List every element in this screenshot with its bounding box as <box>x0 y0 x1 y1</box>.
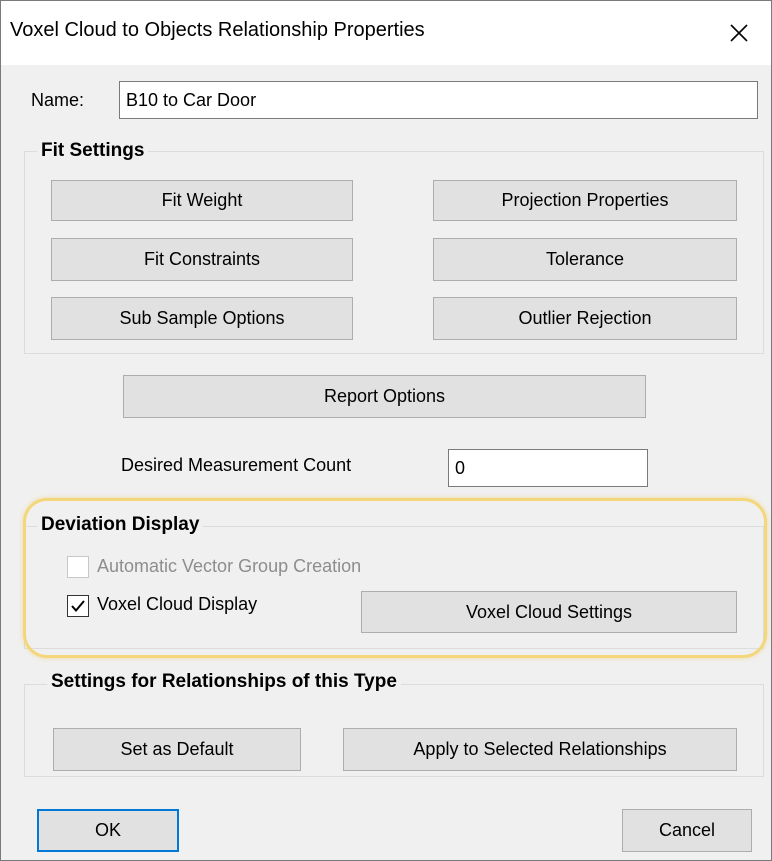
close-button[interactable] <box>707 1 771 65</box>
report-options-button[interactable]: Report Options <box>123 375 646 418</box>
sub-sample-options-button[interactable]: Sub Sample Options <box>51 297 353 340</box>
voxel-cloud-display-checkbox[interactable] <box>67 595 89 617</box>
voxel-cloud-display-label: Voxel Cloud Display <box>97 594 258 614</box>
ok-button[interactable]: OK <box>37 809 179 852</box>
cancel-button[interactable]: Cancel <box>622 809 752 852</box>
window-title: Voxel Cloud to Objects Relationship Prop… <box>10 19 425 41</box>
outlier-rejection-button[interactable]: Outlier Rejection <box>433 297 737 340</box>
voxel-cloud-settings-button[interactable]: Voxel Cloud Settings <box>361 591 737 633</box>
title-bar: Voxel Cloud to Objects Relationship Prop… <box>1 1 771 65</box>
name-input[interactable] <box>119 81 758 119</box>
fit-settings-title: Fit Settings <box>37 140 149 162</box>
checkmark-icon <box>71 600 85 613</box>
fit-weight-button[interactable]: Fit Weight <box>51 180 353 221</box>
measurement-count-input[interactable] <box>448 449 648 487</box>
projection-properties-button[interactable]: Projection Properties <box>433 180 737 221</box>
relationship-properties-dialog: Voxel Cloud to Objects Relationship Prop… <box>0 0 772 861</box>
set-as-default-button[interactable]: Set as Default <box>53 728 301 771</box>
apply-to-selected-button[interactable]: Apply to Selected Relationships <box>343 728 737 771</box>
fit-constraints-button[interactable]: Fit Constraints <box>51 238 353 281</box>
deviation-display-title: Deviation Display <box>37 514 204 536</box>
relationship-settings-title: Settings for Relationships of this Type <box>47 671 401 693</box>
tolerance-button[interactable]: Tolerance <box>433 238 737 281</box>
measurement-count-label: Desired Measurement Count <box>121 455 352 475</box>
auto-vector-group-checkbox[interactable] <box>67 556 89 578</box>
close-icon <box>730 24 748 42</box>
name-label: Name: <box>31 90 85 110</box>
auto-vector-group-label: Automatic Vector Group Creation <box>97 556 362 576</box>
